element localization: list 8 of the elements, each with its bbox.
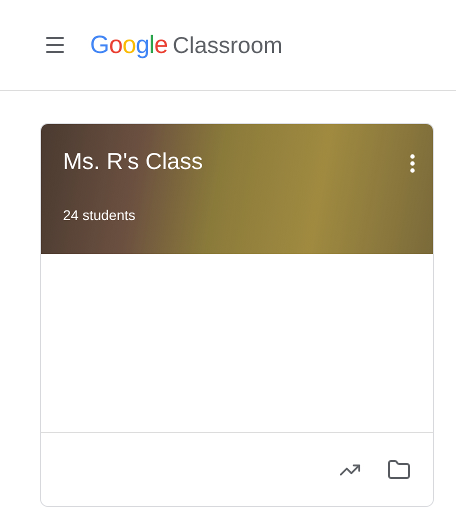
google-logo: Google	[90, 32, 168, 58]
folder-button[interactable]	[387, 458, 411, 482]
product-name: Classroom	[172, 34, 283, 56]
kebab-icon	[410, 154, 415, 173]
class-title[interactable]: Ms. R's Class	[63, 146, 203, 176]
card-banner[interactable]: Ms. R's Class 24 students	[41, 124, 433, 254]
folder-icon	[387, 458, 411, 482]
student-count: 24 students	[63, 206, 136, 225]
